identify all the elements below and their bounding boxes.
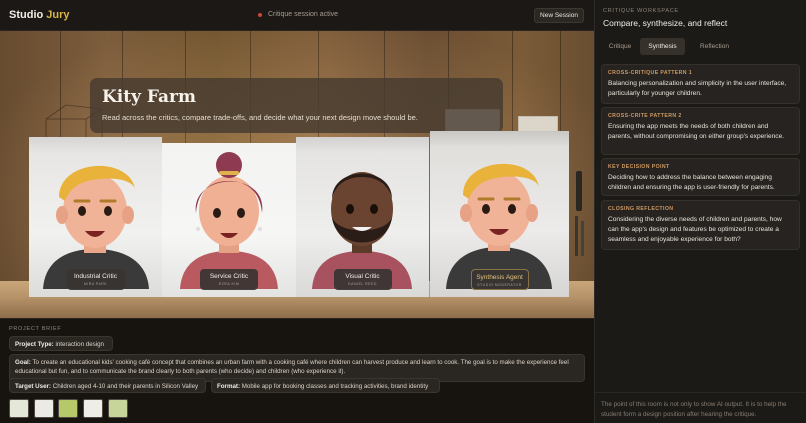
synthesis-card: CLOSING REFLECTION Considering the diver… [601, 200, 800, 250]
critic-name: Visual Critic [345, 273, 380, 280]
critic-panel-visual[interactable]: Visual Critic DANIEL REED [296, 137, 429, 297]
critique-workspace-sidebar: CRITIQUE WORKSPACE Compare, synthesize, … [594, 0, 806, 423]
status-dot-icon [258, 12, 262, 17]
session-status-text: Critique session active [268, 11, 339, 18]
card-body: Balancing personalization and simplicity… [608, 80, 787, 97]
critic-subtitle: MIRA PARK [83, 282, 108, 286]
critic-label: Synthesis Agent STUDIO MODERATOR [470, 269, 529, 290]
critic-panel-synthesis[interactable]: Synthesis Agent STUDIO MODERATOR [430, 131, 569, 297]
brand-main: Studio [9, 9, 44, 21]
chip-value: Children aged 4-10 and their parents in … [52, 383, 199, 390]
tab-reflection[interactable]: Reflection [687, 38, 742, 55]
chip-label: Project Type: [15, 341, 54, 348]
chip-label: Goal: [15, 359, 31, 366]
new-session-button[interactable]: New Session [534, 8, 584, 23]
project-brief: PROJECT BRIEF Project Type: interaction … [0, 318, 594, 423]
intro-text: Read across the critics, compare trade-o… [102, 113, 418, 122]
card-body: Deciding how to address the balance betw… [608, 174, 775, 191]
reference-thumbnail[interactable] [83, 399, 103, 418]
chip-value: interaction design [55, 341, 104, 348]
synthesis-agent-avatar-icon [446, 163, 552, 289]
visual-critic-avatar-icon [312, 172, 412, 289]
format-chip: Format: Mobile app for booking classes a… [211, 378, 440, 393]
critic-name: Industrial Critic [74, 273, 117, 280]
synthesis-card: CROSS-CRITE PATTERN 2 Ensuring the app m… [601, 107, 800, 155]
brand-logo: Studio Jury [9, 9, 70, 21]
critic-label: Industrial Critic MIRA PARK [66, 269, 125, 290]
service-critic-avatar-icon [180, 152, 278, 289]
critic-subtitle: DANIEL REED [348, 282, 377, 286]
tab-critique[interactable]: Critique [601, 38, 639, 55]
synthesis-card: CROSS-CRITIQUE PATTERN 1 Balancing perso… [601, 64, 800, 104]
critic-label: Visual Critic DANIEL REED [333, 269, 392, 290]
workspace-title: Compare, synthesize, and reflect [603, 18, 728, 28]
card-body: Ensuring the app meets the needs of both… [608, 123, 785, 140]
project-type-chip: Project Type: interaction design [9, 336, 113, 351]
chip-value: Mobile app for booking classes and track… [241, 383, 429, 390]
workspace-label: CRITIQUE WORKSPACE [603, 8, 679, 14]
critic-subtitle: STUDIO MODERATOR [477, 283, 522, 287]
card-body: Considering the diverse needs of childre… [608, 216, 782, 243]
tab-synthesis[interactable]: Synthesis [640, 38, 685, 55]
brand-accent: Jury [46, 9, 70, 21]
reference-thumbnail[interactable] [108, 399, 128, 418]
chip-value: To create an educational kids' cooking c… [15, 359, 569, 375]
card-title: CLOSING REFLECTION [608, 206, 674, 212]
project-title: Kity Farm [102, 87, 196, 107]
reference-thumbnail[interactable] [9, 399, 29, 418]
critic-name: Synthesis Agent [476, 274, 523, 281]
main-stage: Studio Jury Critique session active New … [0, 0, 594, 423]
intro-card: Kity Farm Read across the critics, compa… [90, 78, 503, 133]
critic-name: Service Critic [209, 273, 249, 280]
chip-label: Format: [217, 383, 241, 390]
critic-panel-industrial[interactable]: Industrial Critic MIRA PARK [29, 137, 162, 297]
card-title: CROSS-CRITE PATTERN 2 [608, 113, 682, 119]
workspace-tabs: Critique Synthesis Reflection [601, 38, 799, 55]
card-title: KEY DECISION POINT [608, 164, 670, 170]
brief-heading: PROJECT BRIEF [9, 326, 62, 332]
critic-subtitle: EZRA KIM [218, 282, 240, 286]
critic-panel-service[interactable]: Service Critic EZRA KIM [162, 143, 296, 297]
footer-note: The point of this room is not only to sh… [601, 401, 787, 418]
hanging-tools-icon [575, 171, 584, 256]
chip-label: Target User: [15, 383, 51, 390]
session-status: Critique session active [258, 11, 338, 18]
synthesis-card: KEY DECISION POINT Deciding how to addre… [601, 158, 800, 196]
target-user-chip: Target User: Children aged 4-10 and thei… [9, 378, 206, 393]
top-bar: Studio Jury Critique session active New … [0, 0, 594, 31]
reference-thumbnail[interactable] [58, 399, 78, 418]
card-title: CROSS-CRITIQUE PATTERN 1 [608, 70, 693, 76]
industrial-critic-avatar-icon [43, 165, 149, 289]
critic-label: Service Critic EZRA KIM [200, 269, 258, 290]
reference-thumbnail[interactable] [34, 399, 54, 418]
